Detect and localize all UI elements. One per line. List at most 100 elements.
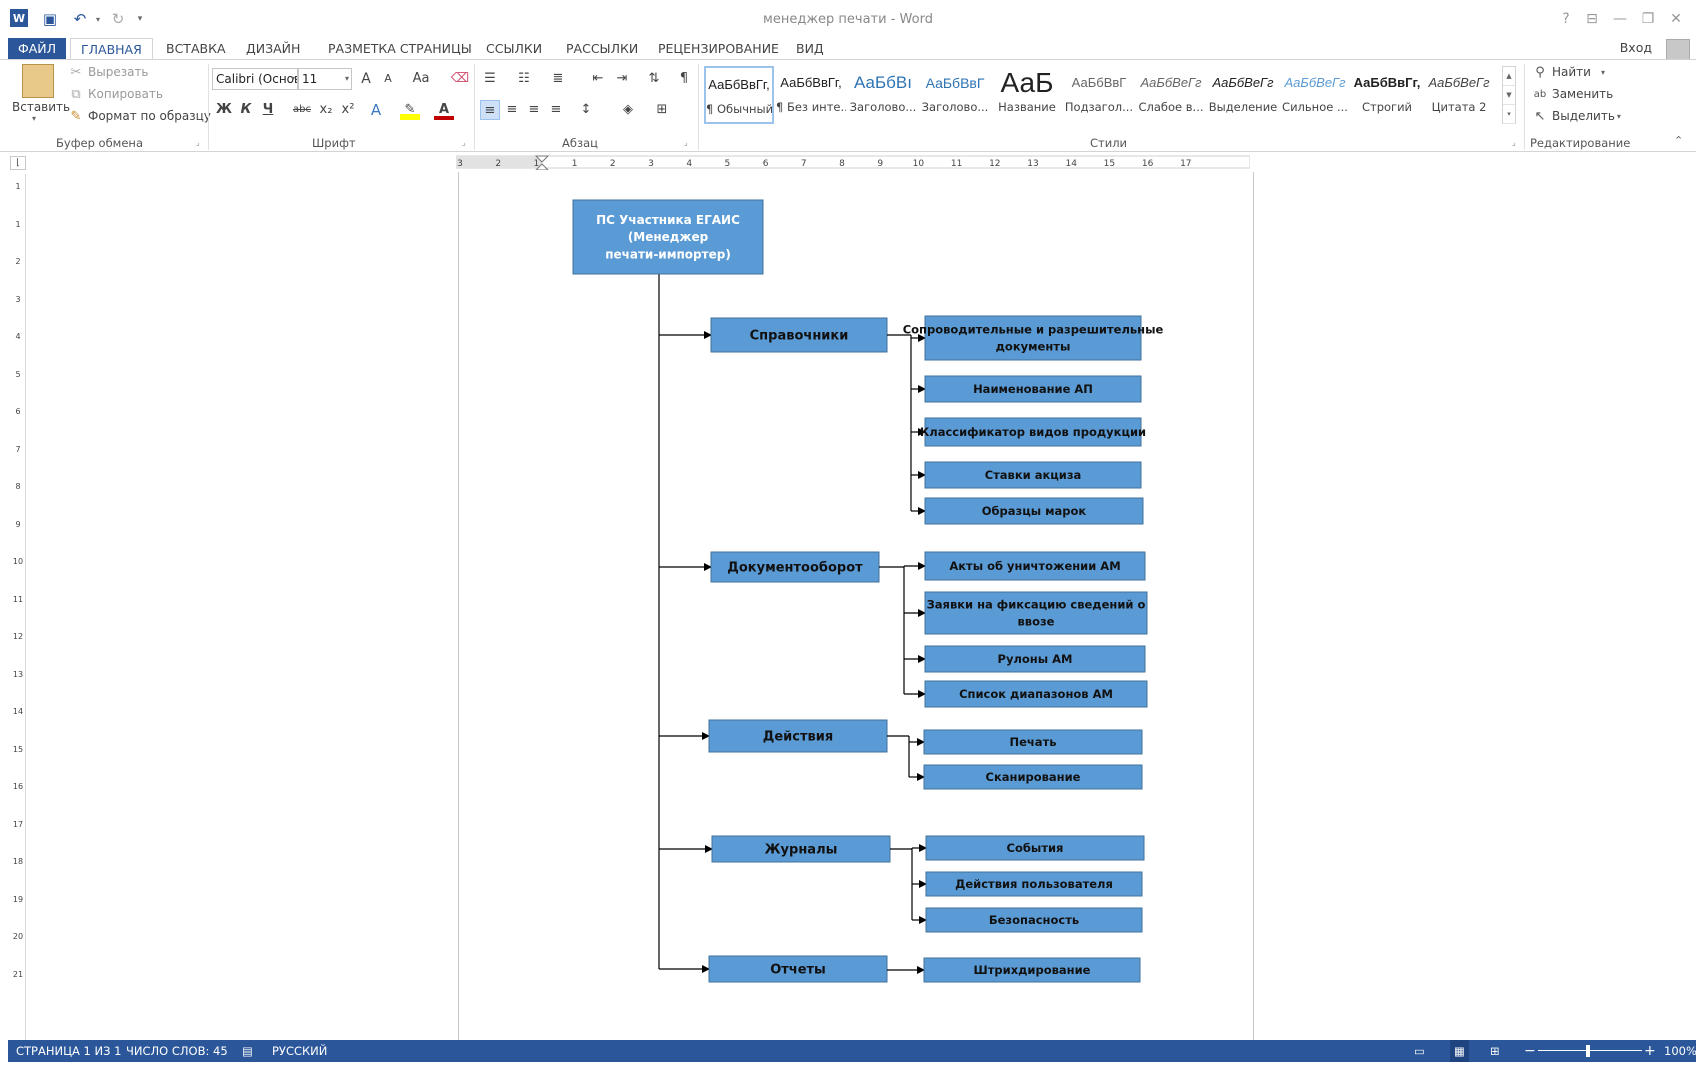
print-layout-icon[interactable]: ▦ [1450,1040,1469,1062]
zoom-slider-track[interactable] [1538,1050,1642,1051]
tab-home[interactable]: ГЛАВНАЯ [70,38,153,60]
shrink-font-button[interactable]: A [378,69,398,89]
zoom-level[interactable]: 100% [1664,1040,1696,1062]
child-node[interactable]: События [925,835,1145,861]
child-node[interactable]: Рулоны АМ [924,645,1146,673]
tab-selector-icon[interactable]: ⌊ [10,156,26,170]
style-no-spacing[interactable]: АаБбВвГг, ¶ Без инте... [776,66,846,124]
tab-mailings[interactable]: РАССЫЛКИ [556,38,648,60]
select-button[interactable]: ↖ Выделить ▾ [1532,108,1621,124]
page-count[interactable]: СТРАНИЦА 1 ИЗ 1 [16,1040,121,1062]
style-emphasis[interactable]: АаБбВеГг Выделение [1208,66,1278,124]
language-indicator[interactable]: РУССКИЙ [272,1040,327,1062]
word-count[interactable]: ЧИСЛО СЛОВ: 45 [126,1040,228,1062]
branch-node[interactable]: Отчеты [708,955,888,983]
styles-launcher-icon[interactable]: ⌟ [1512,138,1516,147]
collapse-ribbon-icon[interactable]: ⌃ [1674,134,1683,147]
font-launcher-icon[interactable]: ⌟ [462,138,466,147]
paste-dropdown-icon[interactable]: ▾ [32,114,36,123]
pilcrow-icon[interactable]: ¶ [674,69,694,89]
close-icon[interactable]: ✕ [1662,8,1690,30]
child-node[interactable]: Список диапазонов АМ [924,680,1148,708]
font-name-field[interactable]: Calibri (Основ ▾ [212,68,298,90]
scroll-up-icon[interactable]: ▲ [1503,67,1515,86]
branch-node[interactable]: Журналы [711,835,891,863]
restore-icon[interactable]: ❐ [1634,8,1662,30]
child-node[interactable]: Заявки на фиксацию сведений о ввозе [924,591,1148,635]
child-node[interactable]: Акты об уничтожении АМ [924,551,1146,581]
more-styles-icon[interactable]: ▾ [1503,105,1515,124]
paste-button[interactable]: Вставить [12,100,70,114]
child-node[interactable]: Действия пользователя [925,871,1143,897]
text-effects-button[interactable]: A [366,100,386,120]
font-color-button[interactable]: A [434,100,454,120]
child-node[interactable]: Ставки акциза [924,461,1142,489]
borders-icon[interactable]: ⊞ [652,100,672,120]
find-button[interactable]: ⚲ Найти ▾ [1532,64,1605,80]
zoom-out-button[interactable]: − [1524,1040,1536,1062]
tab-view[interactable]: ВИД [786,38,834,60]
strikethrough-button[interactable]: abc [290,100,314,120]
paragraph-launcher-icon[interactable]: ⌟ [684,138,688,147]
child-node[interactable]: Сканирование [923,764,1143,790]
replace-button[interactable]: ab Заменить [1532,86,1613,102]
copy-button[interactable]: ⧉ Копировать [68,86,163,102]
minimize-icon[interactable]: — [1606,8,1634,30]
bold-button[interactable]: Ж [214,100,234,120]
align-right-icon[interactable]: ≡ [524,100,544,120]
scroll-down-icon[interactable]: ▼ [1503,86,1515,105]
grow-font-button[interactable]: A [356,69,376,89]
branch-node[interactable]: Действия [708,719,888,753]
child-node[interactable]: Печать [923,729,1143,755]
style-subtitle[interactable]: АаБбВвГ Подзагол... [1064,66,1134,124]
style-intense-emphasis[interactable]: АаБбВеГг Сильное ... [1280,66,1350,124]
child-node[interactable]: Классификатор видов продукции [920,417,1146,447]
font-size-field[interactable]: 11 ▾ [298,68,352,90]
align-left-icon[interactable]: ≡ [480,100,500,120]
branch-node[interactable]: Документооборот [710,551,880,583]
style-heading-2[interactable]: АаБбВвГ Заголово... [920,66,990,124]
align-center-icon[interactable]: ≡ [502,100,522,120]
read-mode-icon[interactable]: ▭ [1414,1040,1425,1062]
branch-node[interactable]: Справочники [710,317,888,353]
styles-gallery-scroll[interactable]: ▲ ▼ ▾ [1502,66,1516,124]
ribbon-display-options-icon[interactable]: ⊟ [1578,8,1606,30]
increase-indent-icon[interactable]: ⇥ [612,69,632,89]
subscript-button[interactable]: x₂ [316,100,336,120]
underline-button[interactable]: Ч [258,100,278,120]
clipboard-launcher-icon[interactable]: ⌟ [196,138,200,147]
format-painter-button[interactable]: ✎ Формат по образцу [68,108,211,124]
tab-insert[interactable]: ВСТАВКА [156,38,236,60]
numbering-icon[interactable]: ☷ [514,69,534,89]
decrease-indent-icon[interactable]: ⇤ [588,69,608,89]
tab-layout[interactable]: РАЗМЕТКА СТРАНИЦЫ [318,38,482,60]
document-page[interactable]: ПС Участника ЕГАИС (Менеджер печати-импорт… [458,172,1254,1040]
child-node[interactable]: Безопасность [925,907,1143,933]
style-title[interactable]: АаБ Название [992,66,1062,124]
line-spacing-icon[interactable]: ↕ [576,100,596,120]
child-node[interactable]: Сопроводительные и разрешительные докумен… [903,315,1164,361]
proofing-icon[interactable]: ▤ [242,1040,253,1062]
horizontal-ruler[interactable]: 3 2 1 1 2 3 4 5 6 7 8 9 10 11 12 13 14 15 16 17 [456,154,1250,170]
style-strong[interactable]: АаБбВвГг, Строгий [1352,66,1422,124]
superscript-button[interactable]: x² [338,100,358,120]
zoom-in-button[interactable]: + [1644,1040,1656,1062]
sort-icon[interactable]: ⇅ [644,69,664,89]
vertical-ruler[interactable]: 1 1 2 3 4 5 6 7 8 9 10 11 12 13 14 15 16 17 18 19 20 21 [10,174,26,1040]
sign-in-link[interactable]: Вход [1620,40,1652,55]
highlight-icon[interactable]: ✎ [400,100,420,120]
clear-formatting-icon[interactable]: ⌫ [450,69,470,89]
bullets-icon[interactable]: ☰ [480,69,500,89]
tab-references[interactable]: ССЫЛКИ [476,38,552,60]
tab-file[interactable]: ФАЙЛ [8,38,66,60]
style-normal[interactable]: АаБбВвГг, ¶ Обычный [704,66,774,124]
zoom-slider-thumb[interactable] [1586,1045,1590,1057]
shading-icon[interactable]: ◈ [618,100,638,120]
italic-button[interactable]: К [236,100,256,120]
style-heading-1[interactable]: АаБбВı Заголово... [848,66,918,124]
multilevel-list-icon[interactable]: ≣ [548,69,568,89]
child-node[interactable]: Наименование АП [924,375,1142,403]
tab-design[interactable]: ДИЗАЙН [236,38,310,60]
web-layout-icon[interactable]: ⊞ [1490,1040,1500,1062]
style-subtle-emphasis[interactable]: АаБбВеГг Слабое в... [1136,66,1206,124]
